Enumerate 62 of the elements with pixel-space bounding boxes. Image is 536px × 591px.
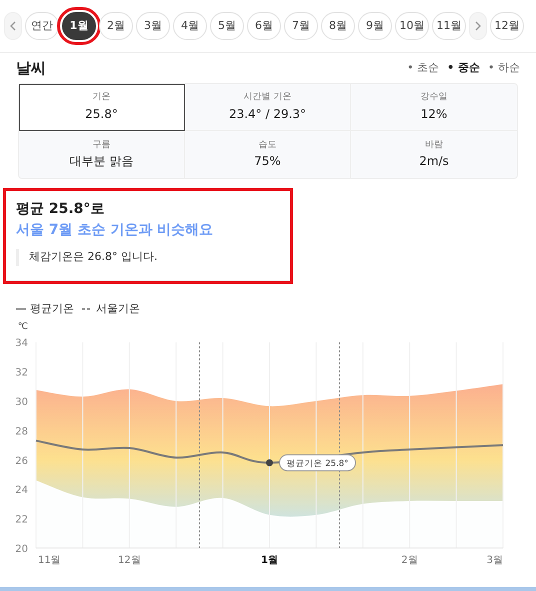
comparison-text: 서울 7월 초순 기온과 비슷해요 [16, 221, 214, 240]
next-button[interactable] [469, 12, 487, 40]
stat-value: 23.4° / 29.3° [228, 106, 306, 123]
y-tick-label: 34 [15, 338, 28, 350]
stat-label: 시간별 기온 [244, 91, 292, 104]
y-tick-label: 22 [15, 514, 28, 526]
month-tab[interactable]: 5월 [210, 12, 244, 40]
month-tab[interactable]: 7월 [284, 12, 318, 40]
y-tick-label: 28 [15, 426, 28, 438]
section-title: 날씨 [16, 58, 46, 79]
month-tab[interactable]: 12월 [490, 12, 524, 40]
month-tab[interactable]: 10월 [395, 12, 429, 40]
chevron-left-icon [10, 21, 16, 31]
month-tab[interactable]: 연간 [25, 12, 59, 40]
x-tick-label: 11월 [38, 555, 61, 566]
period-option[interactable]: • 중순 [447, 60, 480, 76]
stat-value: 대부분 맑음 [70, 153, 134, 170]
stat-label: 습도 [258, 138, 276, 152]
stat-card[interactable]: 시간별 기온 23.4° / 29.3° [185, 84, 351, 131]
stat-card[interactable]: 기온 25.8° [19, 84, 185, 131]
chevron-right-icon [475, 21, 481, 31]
stat-card[interactable]: 바람 2m/s [351, 131, 517, 178]
month-tab[interactable]: 4월 [173, 12, 207, 40]
month-tab[interactable]: 3월 [136, 12, 170, 40]
month-tab[interactable]: 2월 [99, 12, 133, 40]
data-point [266, 459, 273, 466]
stat-label: 바람 [425, 138, 443, 152]
y-tick-label: 32 [15, 368, 28, 379]
x-tick-label: 12월 [118, 555, 141, 566]
x-tick-label: 2월 [401, 555, 418, 566]
stat-label: 구름 [92, 138, 110, 152]
period-option[interactable]: • 초순 [407, 60, 440, 76]
month-tab[interactable]: 9월 [358, 12, 392, 40]
x-tick-label: 3월 [486, 555, 503, 566]
annotation: 평균기온 25.8° [286, 459, 348, 470]
y-tick-label: 26 [15, 456, 28, 467]
legend-label: 평균기온 [30, 300, 74, 316]
month-tab[interactable]: 6월 [247, 12, 281, 40]
previous-button[interactable] [4, 12, 22, 40]
average-headline: 평균 25.8°로 [16, 200, 106, 219]
solid-line-icon [16, 306, 26, 311]
stat-card[interactable]: 구름 대부분 맑음 [19, 131, 185, 178]
period-option[interactable]: • 하순 [488, 60, 520, 76]
stat-label: 강수일 [420, 91, 448, 104]
y-tick-label: 24 [15, 485, 28, 496]
feels-like-note: 체감기온은 26.8° 입니다. [16, 249, 280, 266]
stat-value: 12% [420, 106, 448, 123]
x-tick-label: 1월 [261, 555, 278, 566]
month-tab[interactable]: 11월 [432, 12, 466, 40]
legend-label: 서울기온 [96, 300, 140, 316]
stat-card[interactable]: 습도 75% [185, 131, 351, 178]
y-tick-label: 30 [15, 397, 28, 408]
value-tooltip: 평균기온 25.8° [279, 454, 356, 472]
stat-value: 75% [254, 153, 281, 170]
dashed-line-icon [82, 306, 92, 311]
stat-value: 2m/s [419, 153, 449, 170]
stat-card[interactable]: 강수일 12% [351, 84, 517, 131]
stat-label: 기온 [92, 91, 110, 104]
stat-value: 25.8° [85, 106, 118, 123]
y-tick-label: 20 [15, 544, 28, 555]
month-tab[interactable]: 8월 [321, 12, 355, 40]
unit-label: ℃ [18, 322, 28, 332]
